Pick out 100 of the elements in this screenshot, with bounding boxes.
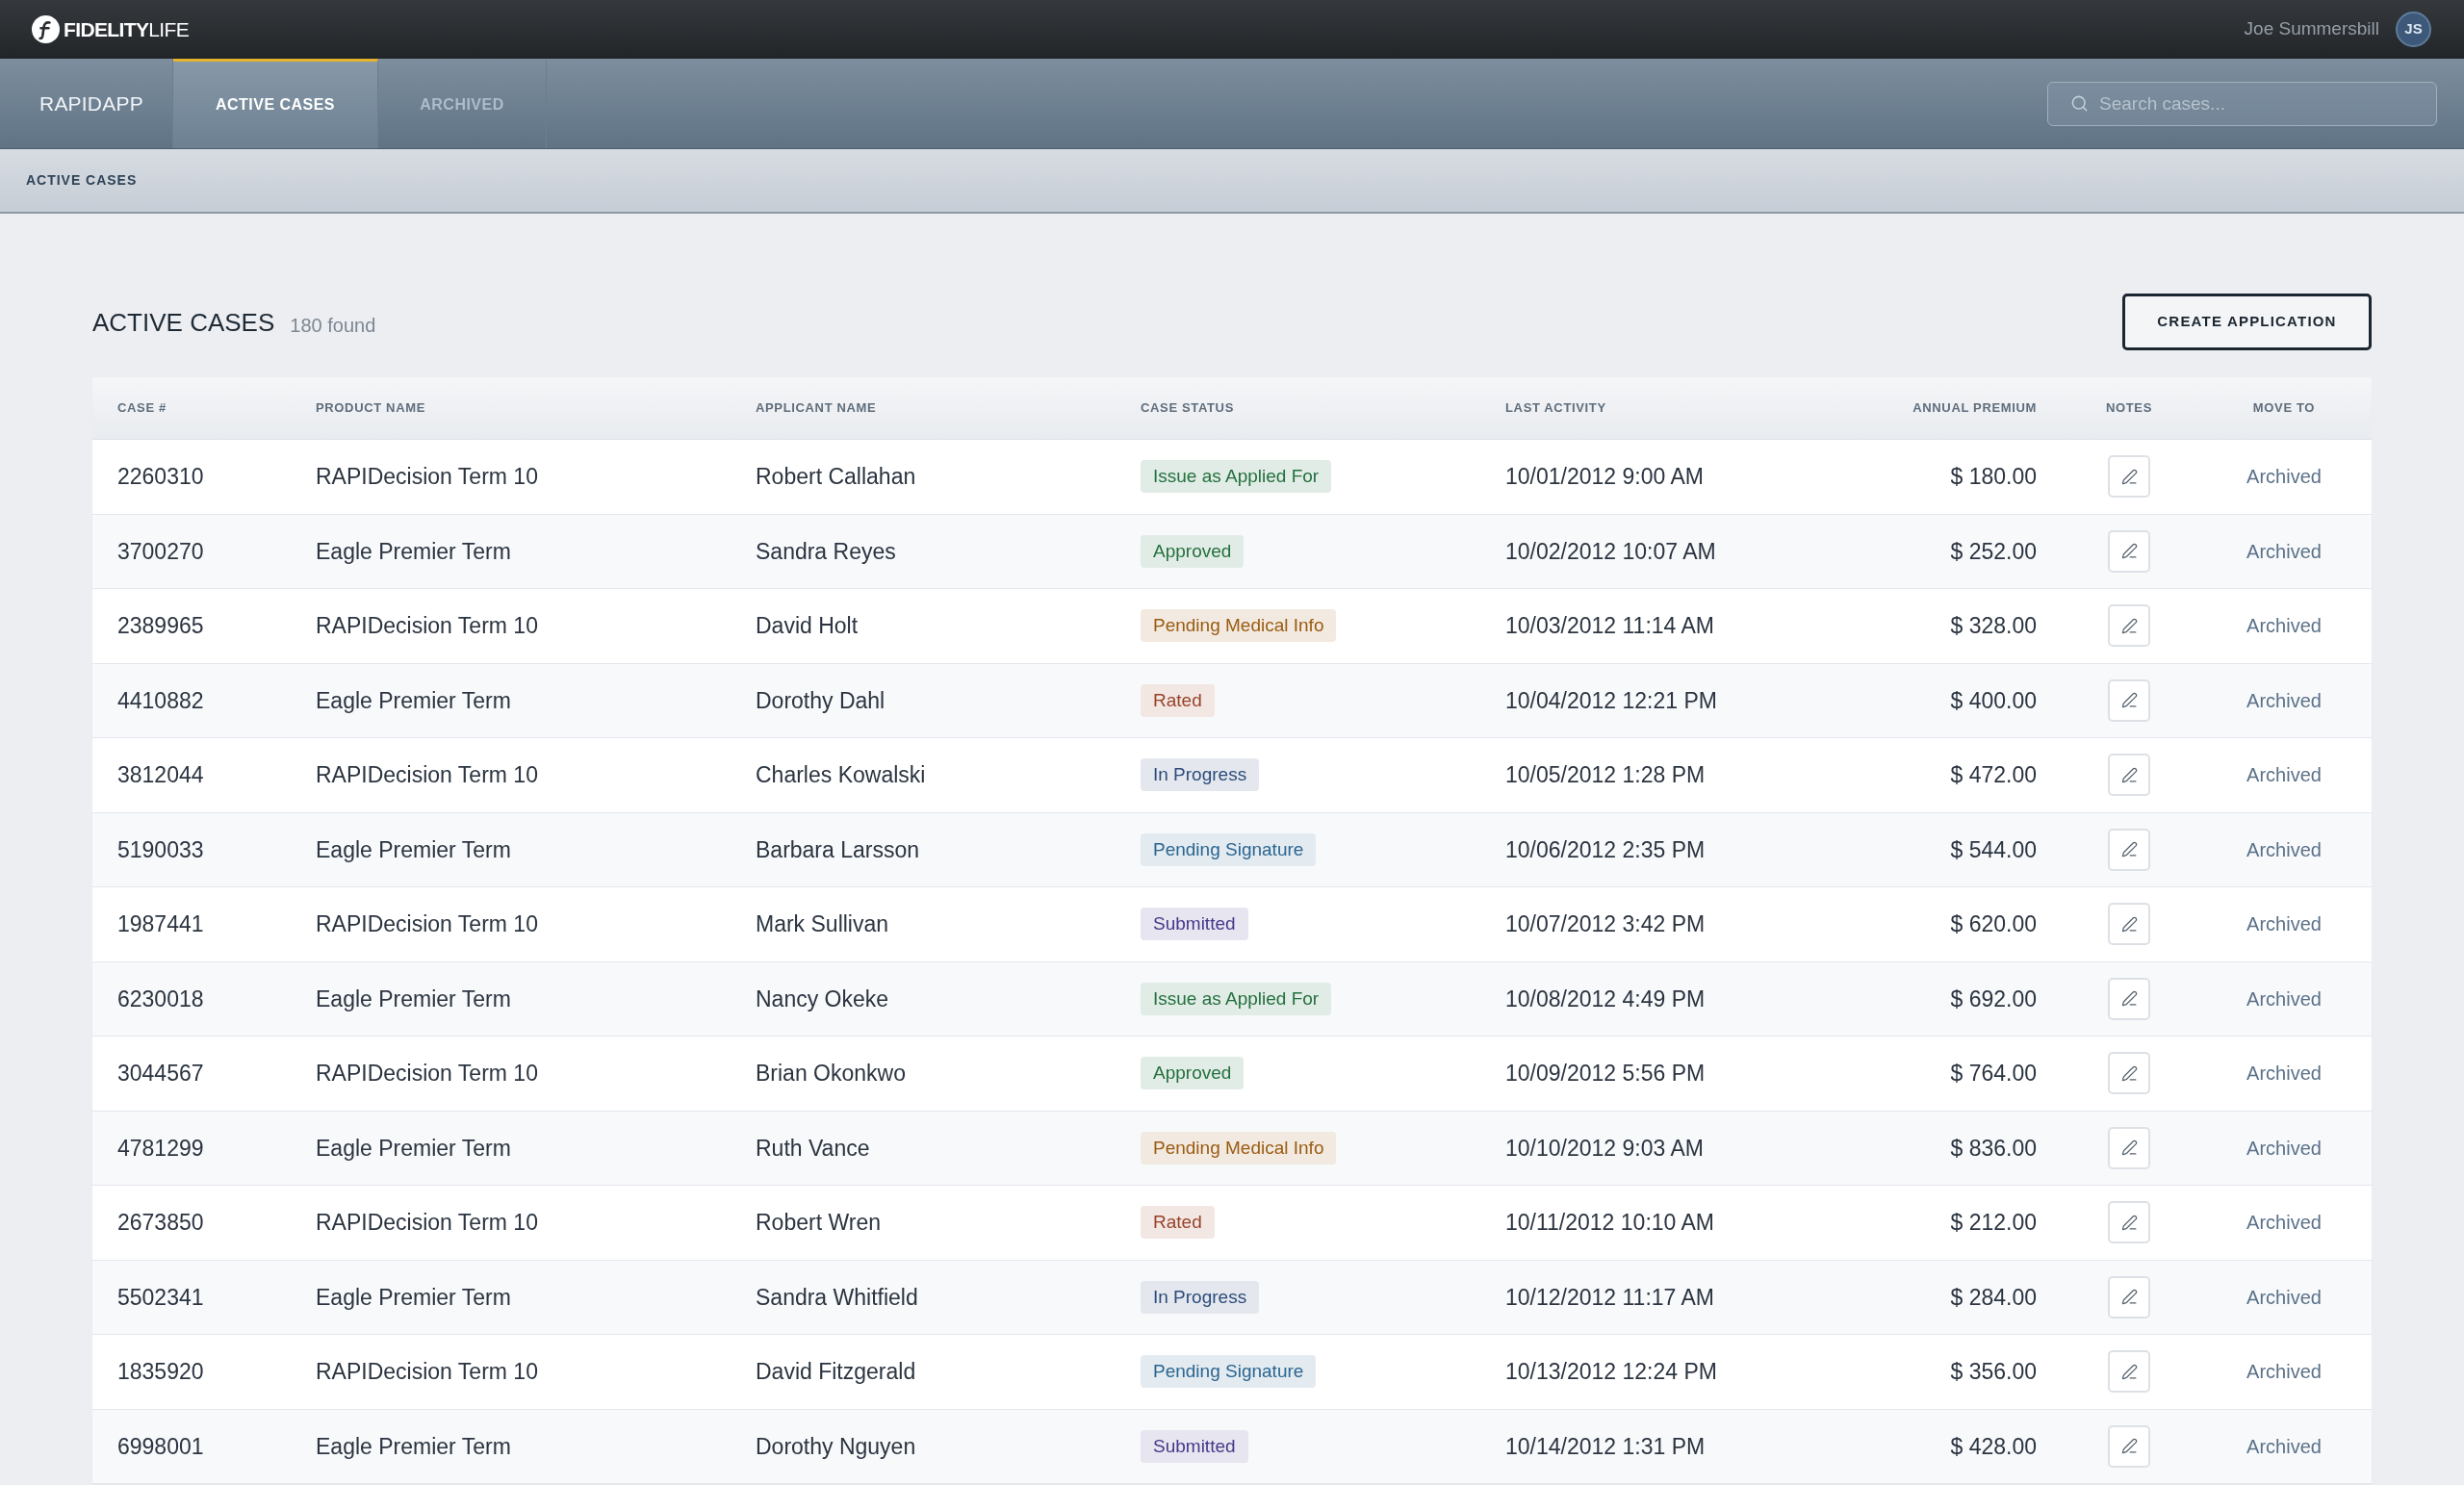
create-application-button[interactable]: CREATE APPLICATION (2122, 294, 2372, 350)
pencil-icon (2120, 841, 2138, 858)
last-activity: 10/03/2012 11:14 AM (1505, 612, 1714, 640)
product-name: RAPIDecision Term 10 (316, 1209, 538, 1237)
status-badge: In Progress (1141, 1280, 1260, 1314)
user-name: Joe Summersbill (2244, 17, 2379, 41)
move-to-link[interactable]: Archived (2246, 1208, 2322, 1238)
status-badge: Pending Signature (1141, 1355, 1317, 1389)
applicant-name: Ruth Vance (756, 1134, 870, 1163)
pencil-icon (2120, 468, 2138, 485)
move-to-link[interactable]: Archived (2246, 611, 2322, 641)
product-name: RAPIDecision Term 10 (316, 612, 538, 640)
case-number: 1835920 (117, 1358, 204, 1386)
notes-button[interactable] (2108, 903, 2150, 946)
move-to-link[interactable]: Archived (2246, 462, 2322, 492)
move-to-link[interactable]: Archived (2246, 1282, 2322, 1312)
applicant-name: David Fitzgerald (756, 1358, 916, 1386)
applicant-name: Sandra Reyes (756, 537, 896, 566)
status-badge: Issue as Applied For (1141, 460, 1332, 494)
last-activity: 10/10/2012 9:03 AM (1505, 1134, 1704, 1163)
annual-premium: $ 764.00 (1950, 1060, 2037, 1088)
notes-button[interactable] (2108, 754, 2150, 797)
move-to-link[interactable]: Archived (2246, 536, 2322, 566)
last-activity: 10/05/2012 1:28 PM (1505, 761, 1706, 789)
notes-button[interactable] (2108, 1126, 2150, 1169)
last-activity: 10/08/2012 4:49 PM (1505, 985, 1706, 1013)
annual-premium: $ 544.00 (1950, 835, 2037, 864)
applicant-name: Dorothy Dahl (756, 686, 886, 715)
applicant-name: Nancy Okeke (756, 985, 889, 1013)
annual-premium: $ 328.00 (1950, 612, 2037, 640)
pencil-icon (2120, 1139, 2138, 1157)
status-badge: Rated (1141, 1206, 1215, 1240)
notes-button[interactable] (2108, 977, 2150, 1020)
applicant-name: Robert Wren (756, 1209, 881, 1237)
product-name: RAPIDecision Term 10 (316, 1060, 538, 1088)
move-to-link[interactable]: Archived (2246, 760, 2322, 790)
case-number: 3044567 (117, 1060, 204, 1088)
pencil-icon (2120, 1438, 2138, 1455)
pencil-icon (2120, 990, 2138, 1008)
annual-premium: $ 356.00 (1950, 1358, 2037, 1386)
column-header: PRODUCT NAME (316, 399, 425, 418)
product-name: Eagle Premier Term (316, 985, 511, 1013)
app-name: RAPIDAPP (39, 90, 143, 116)
move-to-link[interactable]: Archived (2246, 1357, 2322, 1387)
last-activity: 10/06/2012 2:35 PM (1505, 835, 1706, 864)
last-activity: 10/14/2012 1:31 PM (1505, 1432, 1706, 1461)
notes-button[interactable] (2108, 1424, 2150, 1468)
move-to-link[interactable]: Archived (2246, 1133, 2322, 1163)
notes-button[interactable] (2108, 828, 2150, 871)
status-badge: Rated (1141, 683, 1215, 717)
product-name: Eagle Premier Term (316, 1432, 511, 1461)
product-name: RAPIDecision Term 10 (316, 910, 538, 938)
column-header: NOTES (2105, 399, 2152, 418)
notes-button[interactable] (2108, 1201, 2150, 1244)
move-to-link[interactable]: Archived (2246, 834, 2322, 864)
annual-premium: $ 428.00 (1950, 1432, 2037, 1461)
annual-premium: $ 212.00 (1950, 1209, 2037, 1237)
notes-button[interactable] (2108, 1052, 2150, 1095)
last-activity: 10/12/2012 11:17 AM (1505, 1283, 1714, 1312)
move-to-link[interactable]: Archived (2246, 685, 2322, 715)
annual-premium: $ 400.00 (1950, 686, 2037, 715)
last-activity: 10/01/2012 9:00 AM (1505, 463, 1704, 491)
case-number: 5190033 (117, 835, 204, 864)
applicant-name: Sandra Whitfield (756, 1283, 918, 1312)
case-number: 6230018 (117, 985, 204, 1013)
case-number: 3700270 (117, 537, 204, 566)
pencil-icon (2120, 915, 2138, 933)
breadcrumb: ACTIVE CASES (26, 171, 138, 190)
notes-button[interactable] (2108, 529, 2150, 573)
move-to-link[interactable]: Archived (2246, 1059, 2322, 1088)
nav-tab[interactable]: ACTIVE CASES (173, 59, 378, 148)
status-badge: Pending Medical Info (1141, 1131, 1337, 1165)
applicant-name: Brian Okonkwo (756, 1060, 906, 1088)
status-badge: Approved (1141, 534, 1245, 568)
last-activity: 10/02/2012 10:07 AM (1505, 537, 1716, 566)
move-to-link[interactable]: Archived (2246, 1431, 2322, 1461)
pencil-icon (2120, 543, 2138, 560)
case-number: 6998001 (117, 1432, 204, 1461)
move-to-link[interactable]: Archived (2246, 984, 2322, 1013)
product-name: RAPIDecision Term 10 (316, 1358, 538, 1386)
pencil-icon (2120, 1064, 2138, 1082)
status-badge: Submitted (1141, 1429, 1248, 1463)
annual-premium: $ 620.00 (1950, 910, 2037, 938)
annual-premium: $ 692.00 (1950, 985, 2037, 1013)
last-activity: 10/09/2012 5:56 PM (1505, 1060, 1706, 1088)
user-avatar[interactable]: JS (2396, 12, 2431, 47)
case-number: 4781299 (117, 1134, 204, 1163)
move-to-link[interactable]: Archived (2246, 909, 2322, 939)
product-name: Eagle Premier Term (316, 1283, 511, 1312)
case-number: 2389965 (117, 612, 204, 640)
page-title: ACTIVE CASES (92, 309, 275, 335)
notes-button[interactable] (2108, 678, 2150, 722)
column-header: CASE # (117, 399, 167, 418)
notes-button[interactable] (2108, 1350, 2150, 1394)
search-field[interactable]: Search cases... (2047, 81, 2437, 126)
notes-button[interactable] (2108, 604, 2150, 648)
applicant-name: Dorothy Nguyen (756, 1432, 916, 1461)
last-activity: 10/13/2012 12:24 PM (1505, 1358, 1717, 1386)
notes-button[interactable] (2108, 455, 2150, 499)
notes-button[interactable] (2108, 1275, 2150, 1319)
